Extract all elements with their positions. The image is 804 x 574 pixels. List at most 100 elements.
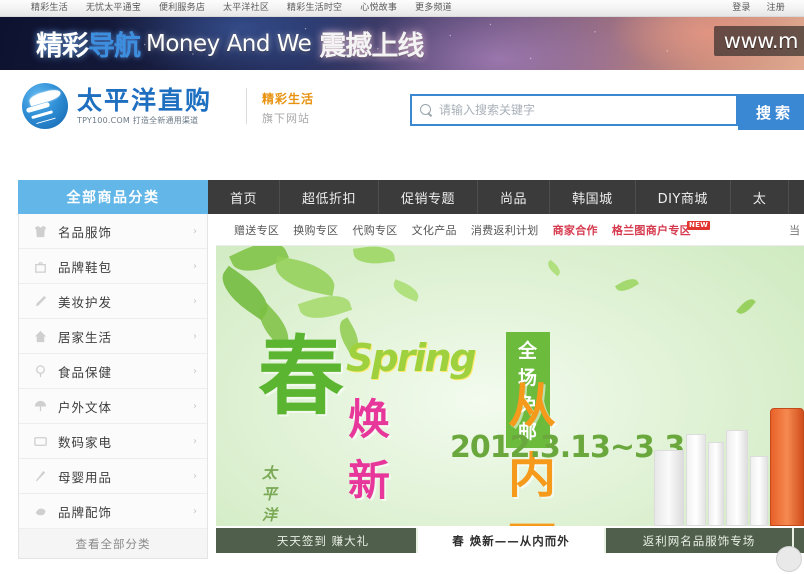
nav-item-diy-mall[interactable]: DIY商城 [636,180,731,214]
hero-ad-banner[interactable]: 精彩 导航 Money And We 震撼上线 www.m [0,17,804,70]
ad-text-secondary: 导航 [88,24,141,63]
nav-item-home[interactable]: 首页 [208,180,281,214]
jewel-icon [33,504,48,519]
sidebar-item-outdoor-sports[interactable]: 户外文体 › [19,389,207,424]
chevron-right-icon: › [193,295,197,307]
sidebar-item-apparel[interactable]: 名品服饰 › [19,214,207,249]
subnav-item-rebate-plan[interactable]: 消费返利计划 [471,222,539,238]
umbrella-icon [33,399,48,414]
chevron-right-icon: › [193,260,197,272]
bag-icon [33,259,48,274]
topbar-link-7[interactable]: 更多频道 [406,0,461,16]
topbar-link-2[interactable]: 无忧太平通宝 [77,0,150,16]
logo-mark-icon [22,83,68,129]
search-box[interactable] [410,94,738,126]
sidebar-label: 美妆护发 [58,294,113,310]
category-sidebar: 名品服饰 › 品牌鞋包 › 美妆护发 › 居家生活 › 食品保健 › 户外文体 … [18,214,208,559]
sidebar-label: 食品保健 [58,364,113,380]
subnav-right-label[interactable]: 当 [789,222,804,238]
ad-banner-content: 精彩 导航 Money And We 震撼上线 [36,21,804,66]
nav-item-promotion[interactable]: 促销专题 [379,180,479,214]
site-header: 太平洋直购 TPY100.COM 打造全新通用渠道 精彩生活 旗下网站 搜索 [0,70,804,152]
subnav-item-gift-zone[interactable]: 赠送专区 [234,222,279,238]
logo-title: 太平洋直购 [77,85,213,115]
promo-product-images [648,376,804,526]
subnav-item-merchant-coop[interactable]: 商家合作 [553,222,598,238]
search-icon [420,103,433,117]
logo-text-block: 太平洋直购 TPY100.COM 打造全新通用渠道 [77,87,212,126]
logo-subtitle: TPY100.COM 打造全新通用渠道 [77,115,199,125]
floating-corner-widget[interactable] [776,546,802,572]
view-all-categories-link[interactable]: 查看全部分类 [19,529,207,558]
sidebar-item-accessories[interactable]: 品牌配饰 › [19,494,207,529]
new-badge: NEW [686,220,711,230]
promo-tab-rebate-fashion[interactable]: 返利网名品服饰专场 [606,528,794,553]
subnav-item-grandtour-merchant[interactable]: 格兰图商户专区NEW [611,220,714,238]
lipstick-icon [33,294,48,309]
chevron-right-icon: › [193,330,197,342]
promo-headline-huanxin: 焕新 [348,395,392,505]
promo-tab-spring-renewal[interactable]: 春 焕新——从内而外 [418,528,606,553]
sidebar-label: 品牌鞋包 [58,259,113,275]
house-icon [33,329,48,344]
promo-tab-daily-checkin[interactable]: 天天签到 赚大礼 [230,528,418,553]
main-navigation: 全部商品分类 首页 超低折扣 促销专题 尚品 韩国城 DIY商城 太 [18,180,804,214]
main-content: 名品服饰 › 品牌鞋包 › 美妆护发 › 居家生活 › 食品保健 › 户外文体 … [18,214,804,574]
sidebar-label: 居家生活 [58,329,113,345]
nav-item-korea-town[interactable]: 韩国城 [550,180,636,214]
nav-item-pacific[interactable]: 太 [731,180,790,214]
sidebar-label: 母婴用品 [58,469,113,485]
register-link[interactable]: 注册 [760,0,792,16]
topbar-link-5[interactable]: 精彩生活时空 [278,0,351,16]
logo-slogan: 精彩生活 旗下网站 [262,90,314,126]
sidebar-item-mother-baby[interactable]: 母婴用品 › [19,459,207,494]
ad-text-primary: 精彩 [36,31,89,62]
subnav-item-exchange-zone[interactable]: 换购专区 [293,222,338,238]
topbar-link-1[interactable]: 精彩生活 [22,0,77,16]
sidebar-label: 名品服饰 [58,224,113,240]
topbar-link-4[interactable]: 太平洋社区 [214,0,278,16]
topbar-link-3[interactable]: 便利服务店 [150,0,214,16]
monitor-icon [33,434,48,449]
tab-strip-edge-left [216,528,230,553]
sidebar-item-shoes-bags[interactable]: 品牌鞋包 › [19,249,207,284]
promo-banner[interactable]: 春 Spring 焕新 全场免邮 从内而外 2012.3.13~3.31 太平洋… [216,246,804,526]
sidebar-item-digital-appliance[interactable]: 数码家电 › [19,424,207,459]
promo-tab-strip: 天天签到 赚大礼 春 焕新——从内而外 返利网名品服饰专场 [216,528,804,553]
sidebar-item-food-health[interactable]: 食品保健 › [19,354,207,389]
nav-all-categories[interactable]: 全部商品分类 [18,180,208,214]
secondary-navigation: 赠送专区 换购专区 代购专区 文化产品 消费返利计划 商家合作 格兰图商户专区N… [216,214,804,246]
login-link[interactable]: 登录 [725,0,757,16]
food-icon [33,364,48,379]
ad-text-english: Money And We [146,30,312,57]
chevron-right-icon: › [193,505,197,517]
chevron-right-icon: › [193,225,197,237]
slogan-secondary: 旗下网站 [262,112,310,125]
subnav-item-proxy-zone[interactable]: 代购专区 [352,222,397,238]
subnav-item-cultural-products[interactable]: 文化产品 [412,222,457,238]
shirt-icon [33,224,48,239]
chevron-right-icon: › [193,365,197,377]
chevron-right-icon: › [193,435,197,447]
ad-text-tertiary: 震撼上线 [319,31,424,62]
chevron-right-icon: › [193,470,197,482]
sidebar-item-beauty[interactable]: 美妆护发 › [19,284,207,319]
logo-divider [246,88,247,124]
search-button[interactable]: 搜索 [738,94,804,130]
promo-headline-spring: Spring [346,336,477,380]
bottle-icon [33,469,48,484]
site-logo[interactable]: 太平洋直购 TPY100.COM 打造全新通用渠道 [22,83,212,129]
nav-item-premium[interactable]: 尚品 [478,180,551,214]
search-bar: 搜索 [410,94,804,130]
topbar-link-6[interactable]: 心悦故事 [351,0,406,16]
promo-headline-chun: 春 [258,327,344,427]
sidebar-label: 品牌配饰 [58,504,113,520]
nav-item-discount[interactable]: 超低折扣 [280,180,380,214]
sidebar-label: 数码家电 [58,434,113,450]
sidebar-label: 户外文体 [58,399,113,415]
top-utility-links: 精彩生活 无忧太平通宝 便利服务店 太平洋社区 精彩生活时空 心悦故事 更多频道 [0,0,461,16]
sidebar-item-home-living[interactable]: 居家生活 › [19,319,207,354]
subnav-label: 格兰图商户专区 [611,223,691,237]
search-input[interactable] [439,103,719,117]
slogan-primary: 精彩生活 [262,92,315,106]
